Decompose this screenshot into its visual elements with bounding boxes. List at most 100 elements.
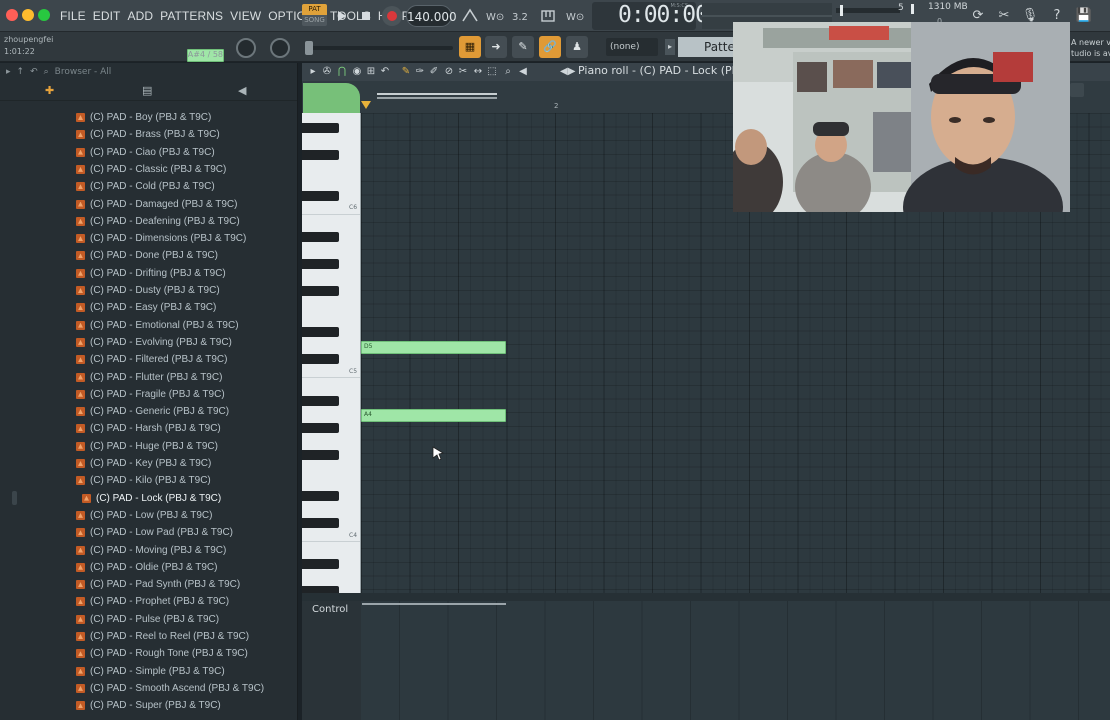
black-key[interactable] — [302, 518, 339, 528]
step-edit-icon[interactable] — [538, 6, 560, 26]
browser-item[interactable]: (C) PAD - Pad Synth (PBJ & T9C) — [76, 576, 240, 593]
browser-item[interactable]: (C) PAD - Drifting (PBJ & T9C) — [76, 265, 226, 282]
song-time-display[interactable]: M:S:CS 0:00:00 — [592, 2, 709, 30]
pen-tool-button[interactable]: ✎ — [512, 36, 534, 58]
browser-item[interactable]: (C) PAD - Low Pad (PBJ & T9C) — [76, 524, 233, 541]
browser-item[interactable]: (C) PAD - Done (PBJ & T9C) — [76, 247, 218, 264]
control-splitter[interactable] — [302, 593, 1110, 601]
main-volume-knob[interactable] — [236, 38, 256, 58]
target-arrows-icon[interactable]: ◀▶ — [560, 65, 575, 79]
note-a4[interactable]: A4 — [361, 409, 506, 422]
browser-item[interactable]: (C) PAD - Prophet (PBJ & T9C) — [76, 593, 229, 610]
black-key[interactable] — [302, 586, 339, 593]
wait-for-input-icon[interactable]: W⊙ — [485, 6, 507, 26]
menu-add[interactable]: ADD — [127, 9, 153, 23]
time-selection-marker[interactable] — [377, 93, 497, 95]
piano-keyboard[interactable]: C6 C5 C4 — [302, 113, 361, 593]
browser-item[interactable]: (C) PAD - Oldie (PBJ & T9C) — [76, 559, 217, 576]
wrench-icon[interactable]: ✇ — [320, 65, 334, 79]
playback-speaker-icon[interactable]: ◀ — [516, 65, 530, 79]
browser-item[interactable]: (C) PAD - Boy (PBJ & T9C) — [76, 109, 211, 126]
countdown-icon[interactable]: 3.2 — [511, 6, 533, 26]
browser-item[interactable]: (C) PAD - Simple (PBJ & T9C) — [76, 663, 225, 680]
link-button[interactable]: 🔗 — [539, 36, 561, 58]
menu-file[interactable]: FILE — [60, 9, 86, 23]
black-key[interactable] — [302, 259, 339, 269]
browser-back-icon[interactable]: ↶ — [30, 67, 38, 77]
magnet-snap-icon[interactable]: ⋂ — [335, 65, 349, 79]
menu-view[interactable]: VIEW — [230, 9, 261, 23]
pattern-selector[interactable]: Patter — [678, 37, 738, 57]
pattern-arrow-icon[interactable]: ▸ — [665, 39, 675, 55]
browser-up-icon[interactable]: ↑ — [17, 67, 25, 77]
browser-item[interactable]: (C) PAD - Ciao (PBJ & T9C) — [76, 144, 215, 161]
record-button[interactable] — [382, 6, 402, 26]
event-control-panel[interactable]: Control — [302, 601, 1110, 720]
note-d5[interactable]: D5 — [361, 341, 506, 354]
black-key[interactable] — [302, 150, 339, 160]
slider-thumb[interactable] — [305, 41, 313, 55]
menu-patterns[interactable]: PATTERNS — [160, 9, 223, 23]
browser-item[interactable]: (C) PAD - Moving (PBJ & T9C) — [76, 542, 226, 559]
black-key[interactable] — [302, 559, 339, 569]
play-record-icon[interactable]: ◉ — [350, 65, 364, 79]
slip-icon[interactable]: ↔ — [471, 65, 485, 79]
browser-item[interactable]: (C) PAD - Low (PBJ & T9C) — [76, 507, 212, 524]
browser-item[interactable]: (C) PAD - Flutter (PBJ & T9C) — [76, 369, 222, 386]
playlist-window-button[interactable]: ▦ — [459, 36, 481, 58]
browser-item[interactable]: (C) PAD - Cold (PBJ & T9C) — [76, 178, 215, 195]
black-key[interactable] — [302, 354, 339, 364]
stamp-button[interactable]: ♟ — [566, 36, 588, 58]
piano-roll-menu-arrow-icon[interactable]: ▸ — [306, 65, 320, 79]
mute-icon[interactable]: ⊘ — [442, 65, 456, 79]
browser-item[interactable]: (C) PAD - Damaged (PBJ & T9C) — [76, 196, 237, 213]
minimize-window-button[interactable] — [22, 9, 34, 21]
master-pitch-slider[interactable] — [305, 41, 453, 55]
browser-item[interactable]: (C) PAD - Deafening (PBJ & T9C) — [76, 213, 240, 230]
browser-item[interactable]: (C) PAD - Easy (PBJ & T9C) — [76, 299, 216, 316]
browser-item[interactable]: (C) PAD - Rough Tone (PBJ & T9C) — [76, 645, 248, 662]
undo-icon[interactable]: ↶ — [378, 65, 392, 79]
zoom-icon[interactable]: ⌕ — [501, 65, 515, 79]
metronome-icon[interactable] — [459, 6, 481, 26]
black-key[interactable] — [302, 191, 339, 201]
loop-record-icon[interactable]: W⊙ — [565, 6, 587, 26]
main-pitch-knob[interactable] — [270, 38, 290, 58]
browser-all-tab-icon[interactable]: ✚ — [45, 84, 54, 97]
draw-pencil-icon[interactable]: ✎ — [399, 65, 413, 79]
control-target-selector[interactable]: Control — [302, 601, 361, 720]
stop-button[interactable] — [356, 6, 376, 26]
browser-item[interactable]: (C) PAD - Emotional (PBJ & T9C) — [76, 317, 239, 334]
browser-item[interactable]: (C) PAD - Reel to Reel (PBJ & T9C) — [76, 628, 249, 645]
browser-files-tab-icon[interactable]: ▤ — [142, 84, 152, 97]
browser-item[interactable]: (C) PAD - Smooth Ascend (PBJ & T9C) — [76, 680, 264, 697]
slice-icon[interactable]: ✂ — [456, 65, 470, 79]
black-key[interactable] — [302, 423, 339, 433]
black-key[interactable] — [302, 123, 339, 133]
paint-brush-icon[interactable]: ✑ — [413, 65, 427, 79]
black-key[interactable] — [302, 450, 339, 460]
browser-item[interactable]: (C) PAD - Harsh (PBJ & T9C) — [76, 420, 221, 437]
black-key[interactable] — [302, 232, 339, 242]
close-window-button[interactable] — [6, 9, 18, 21]
black-key[interactable] — [302, 327, 339, 337]
stamp-icon[interactable]: ⊞ — [364, 65, 378, 79]
velocity-bar[interactable] — [362, 603, 506, 605]
delete-icon[interactable]: ✐ — [427, 65, 441, 79]
browser-search-icon[interactable]: ⌕ — [44, 67, 49, 77]
browser-item[interactable]: (C) PAD - Dimensions (PBJ & T9C) — [76, 230, 246, 247]
browser-item[interactable]: (C) PAD - Huge (PBJ & T9C) — [76, 438, 218, 455]
newer-version-notice[interactable]: A newer v tudio is av — [1071, 37, 1110, 61]
menu-edit[interactable]: EDIT — [93, 9, 121, 23]
play-button[interactable] — [331, 6, 351, 26]
pat-song-toggle[interactable]: PAT SONG — [302, 4, 327, 26]
browser-item-selected[interactable]: (C) PAD - Lock (PBJ & T9C) — [82, 490, 221, 507]
browser-item[interactable]: (C) PAD - Classic (PBJ & T9C) — [76, 161, 226, 178]
browser-item[interactable]: (C) PAD - Key (PBJ & T9C) — [76, 455, 211, 472]
select-icon[interactable]: ⬚ — [485, 65, 499, 79]
browser-item[interactable]: (C) PAD - Super (PBJ & T9C) — [76, 697, 221, 714]
browser-collapse-icon[interactable]: ▸ — [6, 67, 11, 77]
zoom-window-button[interactable] — [38, 9, 50, 21]
next-arrow-button[interactable]: ➜ — [485, 36, 507, 58]
browser-item[interactable]: (C) PAD - Fragile (PBJ & T9C) — [76, 386, 225, 403]
